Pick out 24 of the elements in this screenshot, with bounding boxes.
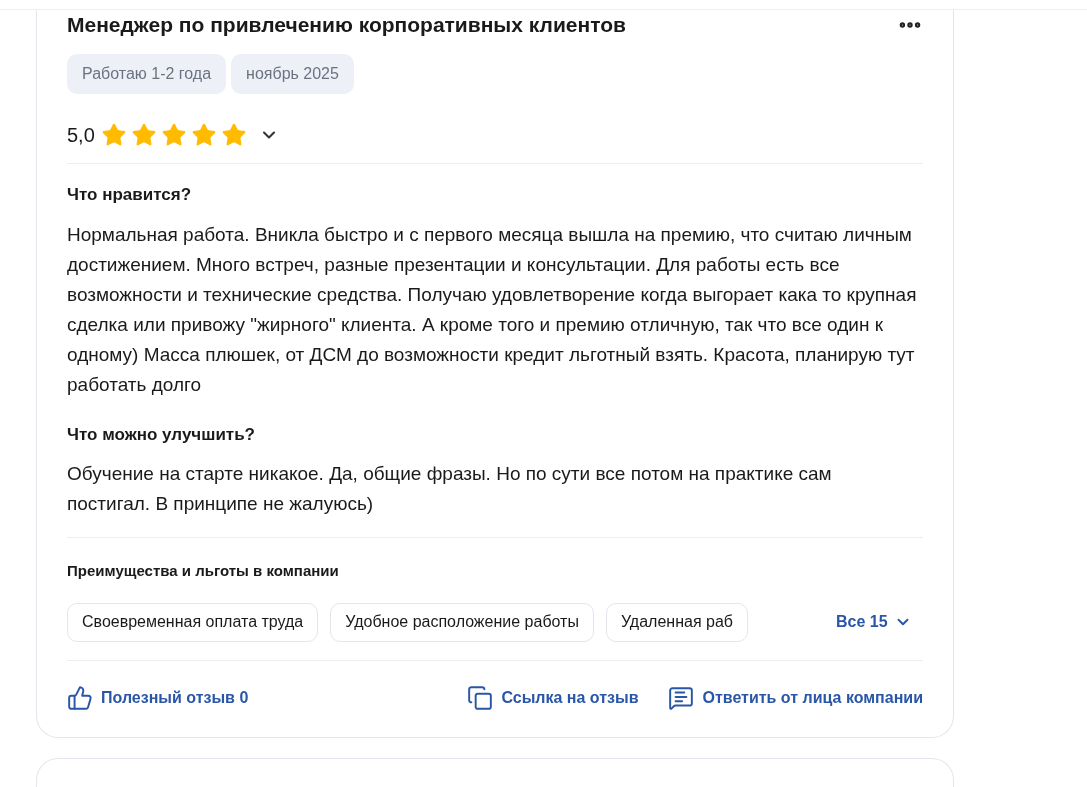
copy-link-button[interactable]: Ссылка на отзыв	[467, 684, 639, 711]
benefit-chip: Своевременная оплата труда	[67, 602, 319, 642]
tag: Работаю 1-2 года	[67, 54, 227, 94]
rating-value: 5,0	[67, 123, 95, 148]
chat-bubble-icon	[668, 684, 695, 711]
review-title: Менеджер по привлечению корпоративных клиентов	[67, 12, 626, 38]
tag: ноябрь 2025	[231, 54, 354, 94]
reply-button[interactable]: Ответить от лица компании	[668, 684, 923, 711]
benefits-heading: Преимущества и льготы в компании	[67, 561, 340, 581]
benefit-chip: Удобное расположение работы	[330, 602, 594, 642]
helpful-button[interactable]: Полезный отзыв 0	[67, 684, 249, 711]
section-text: Нормальная работа. Вникла быстро и с первого месяца вышла на премию, что считаю личным достижением. Много встреч, разные презентации и консультации. Для работы есть все возможности и технические средства. Получаю удовлетворение когда выгорает кака то крупная сделка или привожу "жирного" клиента. А кроме того и премию отличную, так что все один к одному) Масса плюшек, от ДСМ до возможности кредит льготный взять. Красота, планирую тут работать долго	[67, 222, 918, 397]
star-icon	[160, 122, 187, 148]
copy-icon	[467, 684, 494, 711]
section-heading: Что можно улучшить?	[67, 423, 256, 446]
star-icon	[100, 122, 127, 148]
star-icon	[130, 122, 157, 148]
section-text: Обучение на старте никакое. Да, общие фразы. Но по сути все потом на практике сам постигал. В принципе не жалуюсь)	[67, 462, 833, 516]
benefit-chip: Удаленная раб	[605, 602, 748, 642]
section-heading: Что нравится?	[67, 184, 193, 206]
star-icon	[190, 122, 217, 148]
show-all-benefits-button[interactable]: Все 15	[836, 610, 912, 634]
star-icon	[220, 122, 247, 148]
thumbs-up-icon	[67, 684, 93, 711]
